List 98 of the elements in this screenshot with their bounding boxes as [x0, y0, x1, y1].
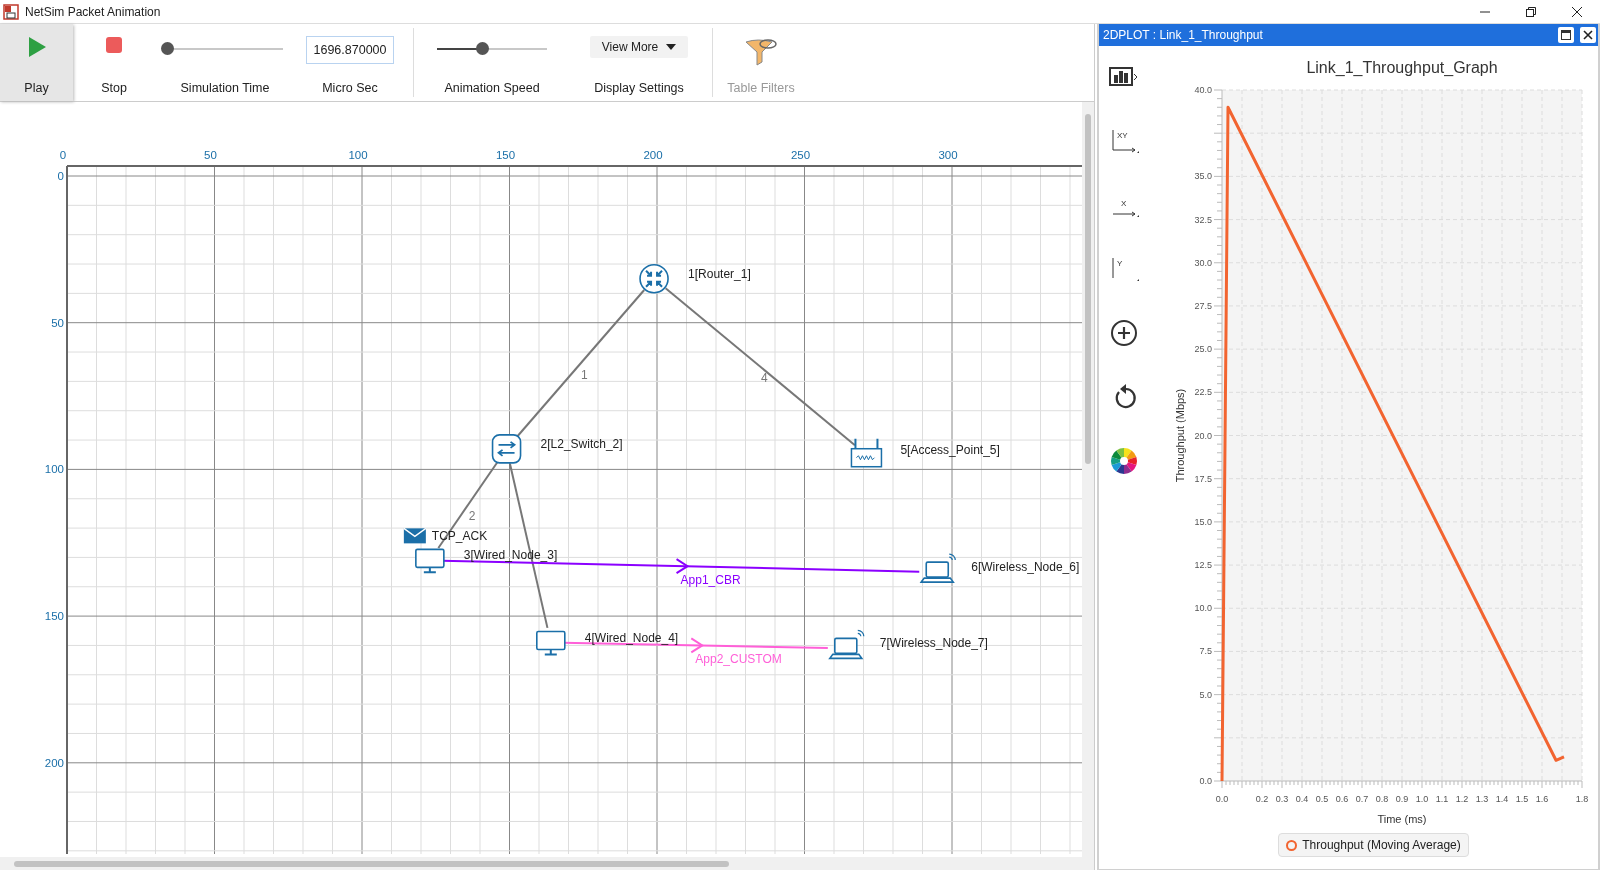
y-tick-label: 30.0 [1193, 257, 1212, 268]
ruler-label: 150 [495, 149, 516, 161]
node-label: 2[L2_Switch_2] [540, 436, 623, 451]
maximize-icon [1561, 30, 1571, 40]
maximize-button[interactable] [1558, 27, 1574, 43]
node-label: 7[Wireless_Node_7] [879, 636, 988, 651]
y-axis-title: Throughput (Mbps) [1173, 388, 1186, 483]
ruler-label: 150 [44, 610, 64, 623]
stop-button[interactable]: Stop [73, 24, 155, 101]
y-tick-label: 17.5 [1193, 473, 1212, 484]
stop-icon [105, 36, 123, 54]
funnel-icon [744, 38, 778, 66]
x-tick-label: 0.9 [1395, 794, 1408, 804]
group-label: Display Settings [594, 81, 684, 95]
y-tick-label: 35.0 [1193, 171, 1212, 182]
play-button[interactable]: Play [0, 24, 73, 101]
play-icon [26, 36, 47, 58]
chart-title: Link_1_Throughput_Graph [1305, 59, 1498, 76]
x-tick-label: 0.2 [1255, 794, 1268, 804]
x-tick-label: 0.8 [1375, 794, 1388, 804]
x-tick-label: 1.3 [1475, 794, 1488, 804]
ruler-label: 50 [51, 316, 64, 329]
switch-icon[interactable] [491, 434, 522, 464]
x-tick-label: 1.5 [1515, 794, 1528, 804]
axis-settings-button[interactable]: X [1104, 184, 1144, 226]
panel-title: 2DPLOT : Link_1_Throughput [1103, 28, 1264, 42]
link-label: 1 [580, 367, 588, 382]
x-tick-label: 0.6 [1335, 794, 1348, 804]
ruler-label: 100 [348, 149, 368, 161]
slider-label: Animation Speed [444, 81, 540, 95]
ruler-label: 0 [57, 170, 64, 182]
view-more-dropdown[interactable]: View More [589, 36, 689, 58]
axis-settings-button[interactable]: XY [1104, 120, 1144, 162]
x-tick-label: 1.6 [1535, 794, 1548, 804]
y-tick-label: 20.0 [1193, 430, 1212, 441]
node-label: 4[Wired_Node_4] [584, 630, 679, 645]
y-tick-label: 0.0 [1199, 776, 1212, 786]
ruler-label: 300 [938, 149, 958, 161]
y-tick-label: 12.5 [1193, 560, 1212, 571]
y-tick-label: 27.5 [1193, 300, 1212, 311]
axis-settings-button[interactable]: Y [1104, 248, 1144, 290]
x-tick-label: 0.0 [1215, 794, 1228, 804]
link-line[interactable] [515, 289, 646, 439]
unit-label: Micro Sec [322, 81, 378, 95]
ruler-label: 50 [204, 149, 217, 161]
legend-label: Throughput (Moving Average) [1302, 838, 1461, 852]
y-tick-label: 7.5 [1199, 646, 1212, 657]
y-tick-label: 40.0 [1193, 85, 1212, 95]
x-tick-label: 0.5 [1315, 794, 1328, 804]
x-tick-label: 0.3 [1275, 794, 1288, 804]
y-tick-label: 15.0 [1193, 516, 1212, 527]
link-line[interactable] [664, 287, 856, 447]
y-tick-label: 5.0 [1199, 689, 1212, 700]
x-axis-title: Time (ms) [1376, 813, 1427, 825]
monitor-icon[interactable] [415, 548, 445, 574]
ruler-label: 250 [790, 149, 811, 161]
ruler-label: 200 [44, 756, 64, 769]
ruler-label: 200 [643, 149, 663, 161]
slider-label: Simulation Time [180, 81, 270, 95]
vertical-scrollbar[interactable] [1082, 102, 1094, 857]
access-point-icon[interactable] [850, 437, 883, 468]
node-label: 1[Router_1] [688, 266, 751, 281]
x-tick-label: 0.7 [1355, 794, 1368, 804]
application-label: App2_CUSTOM [695, 652, 782, 667]
time-field[interactable]: 1696.870000 [306, 36, 394, 64]
laptop-icon[interactable] [919, 553, 956, 583]
window-title: NetSim Packet Animation [25, 4, 162, 19]
color-wheel-icon [1110, 447, 1138, 475]
monitor-icon[interactable] [536, 630, 566, 656]
x-tick-label: 1.1 [1435, 794, 1448, 804]
node-label: 5[Access_Point_5] [900, 442, 1000, 457]
caret-icon [666, 44, 677, 50]
restore-icon [1525, 5, 1537, 18]
ruler-label: 100 [44, 463, 64, 476]
application-label: App1_CBR [680, 573, 741, 588]
y-tick-label: 10.0 [1193, 603, 1212, 614]
ruler-label: 0 [59, 149, 67, 161]
close-button[interactable] [1580, 27, 1596, 43]
envelope-icon [403, 527, 427, 544]
app-icon [3, 3, 19, 20]
x-tick-label: 0.4 [1295, 794, 1308, 804]
bar-chart-icon [1109, 65, 1139, 89]
close-icon [1571, 5, 1583, 18]
router-icon[interactable] [639, 263, 669, 294]
x-tick-label: 1.0 [1415, 794, 1428, 804]
link-label: 2 [468, 508, 476, 523]
x-tick-label: 1.4 [1495, 794, 1508, 804]
x-tick-label: 1.8 [1575, 794, 1588, 804]
y-tick-label: 32.5 [1193, 214, 1212, 225]
y-tick-label: 22.5 [1193, 387, 1212, 398]
link-label: 4 [760, 370, 768, 385]
close-icon [1583, 30, 1593, 40]
laptop-icon[interactable] [828, 629, 865, 660]
horizontal-scrollbar[interactable] [0, 857, 1094, 870]
node-label: 6[Wireless_Node_6] [971, 560, 1080, 575]
y-tick-label: 25.0 [1193, 344, 1212, 355]
x-tick-label: 1.2 [1455, 794, 1468, 804]
zoom-in-icon [1109, 318, 1139, 348]
